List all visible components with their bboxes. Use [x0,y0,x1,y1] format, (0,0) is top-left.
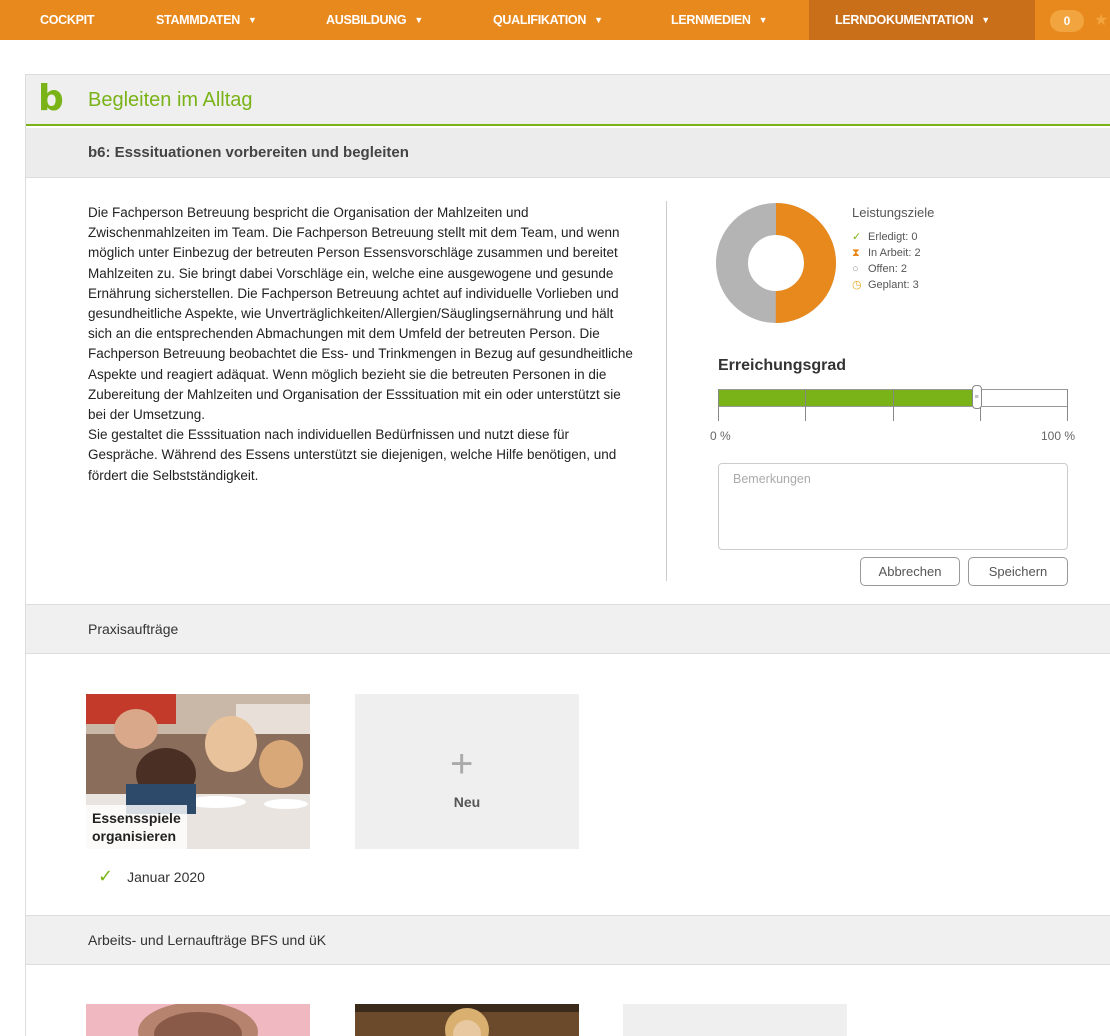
save-button[interactable]: Speichern [968,557,1068,586]
task-card[interactable]: Essensspiele organisieren [86,694,310,849]
description-paragraph: Die Fachperson Betreuung bespricht die O… [88,205,633,423]
scale-min-label: 0 % [710,429,731,443]
chevron-down-icon: ▼ [248,15,257,25]
legend-value: 0 [911,231,918,243]
praxis-section-header: Praxisaufträge [26,604,1110,654]
competence-title: b6: Esssituationen vorbereiten und begle… [88,144,409,161]
task-card-photo [355,1004,579,1036]
nav-item-label: STAMMDATEN [156,13,241,27]
task-card[interactable] [86,1004,310,1036]
slider-fill [719,390,977,406]
scale-max-label: 100 % [1041,429,1076,443]
slider-handle[interactable]: ≡ [971,385,982,409]
legend-item-offen: ○ Offen: 2 [852,261,921,277]
nav-item-stammdaten[interactable]: STAMMDATEN ▼ [156,0,257,40]
competence-header: b6: Esssituationen vorbereiten und begle… [26,128,1110,178]
remarks-field[interactable] [718,463,1068,550]
area-letter: b [38,78,64,119]
nav-item-ausbildung[interactable]: AUSBILDUNG ▼ [326,0,423,40]
legend-item-in-arbeit: ⧗ In Arbeit: 2 [852,245,921,261]
star-icon[interactable]: ★ [1094,10,1108,30]
plus-icon: + [450,742,474,786]
nav-item-label: AUSBILDUNG [326,13,407,27]
legend-label: Geplant: [868,279,910,291]
nav-item-label: QUALIFIKATION [493,13,587,27]
erreichungsgrad-slider[interactable]: ≡ [718,385,1068,437]
arbeits-section-header: Arbeits- und Lernaufträge BFS und üK [26,915,1110,965]
nav-item-lerndokumentation[interactable]: LERNDOKUMENTATION ▼ [809,0,1035,40]
competence-panel: b Begleiten im Alltag b6: Esssituationen… [25,74,1110,1036]
leistungsziele-title: Leistungsziele [852,205,935,220]
chevron-down-icon: ▼ [594,15,603,25]
legend-label: Offen: [868,263,898,275]
competence-description: Die Fachperson Betreuung bespricht die O… [88,203,633,486]
description-paragraph: Sie gestaltet die Esssituation nach indi… [88,427,617,483]
legend-value: 2 [914,247,921,259]
slider-tick [893,389,894,421]
divider [666,201,667,581]
chevron-down-icon: ▼ [758,15,768,25]
task-card-label-line: Essensspiele [92,810,181,826]
circle-icon: ○ [852,263,859,275]
new-task-label: Neu [453,794,481,810]
legend-item-geplant: ◷ Geplant: 3 [852,277,921,293]
cancel-button[interactable]: Abbrechen [860,557,960,586]
area-title: Begleiten im Alltag [88,89,253,111]
legend-label: In Arbeit: [868,247,912,259]
task-card-status: ✓ Januar 2020 [98,866,205,887]
legend-value: 2 [900,263,907,275]
slider-tick [805,389,806,421]
new-task-button[interactable] [623,1004,847,1036]
slider-tick [1067,389,1068,421]
nav-item-label: LERNMEDIEN [671,13,751,27]
new-task-button[interactable]: + Neu [355,694,579,849]
task-card-label-line: organisieren [92,828,177,844]
check-icon: ✓ [98,866,114,886]
chevron-down-icon: ▼ [981,15,990,25]
check-icon: ✓ [852,231,862,243]
nav-item-cockpit[interactable]: COCKPIT [40,0,94,40]
leistungsziele-legend: ✓ Erledigt: 0 ⧗ In Arbeit: 2 ○ Offen: 2 … [852,229,921,293]
task-card-label: Essensspiele organisieren [86,805,187,849]
section-title: Arbeits- und Lernaufträge BFS und üK [88,932,327,948]
slider-tick [718,389,719,421]
task-card[interactable] [355,1004,579,1036]
legend-label: Erledigt: [868,231,909,243]
nav-item-qualifikation[interactable]: QUALIFIKATION ▼ [493,0,603,40]
hourglass-icon: ⧗ [852,247,860,259]
nav-item-lernmedien[interactable]: LERNMEDIEN ▼ [671,0,768,40]
notification-badge[interactable]: 0 [1050,10,1084,32]
top-navigation: COCKPIT STAMMDATEN ▼ AUSBILDUNG ▼ QUALIFIK… [0,0,1110,40]
area-header: b Begleiten im Alltag [26,75,1110,126]
nav-item-label: COCKPIT [40,13,95,27]
legend-value: 3 [912,279,919,291]
section-title: Praxisaufträge [88,621,179,637]
legend-item-erledigt: ✓ Erledigt: 0 [852,229,921,245]
competence-content: Die Fachperson Betreuung bespricht die O… [26,179,1110,604]
leistungsziele-donut-chart [716,203,836,323]
clock-icon: ◷ [852,279,862,291]
task-card-date: Januar 2020 [127,868,205,885]
erreichungsgrad-title: Erreichungsgrad [718,357,847,374]
chevron-down-icon: ▼ [414,15,423,25]
task-card-photo [86,1004,310,1036]
nav-item-label: LERNDOKUMENTATION [835,13,974,27]
